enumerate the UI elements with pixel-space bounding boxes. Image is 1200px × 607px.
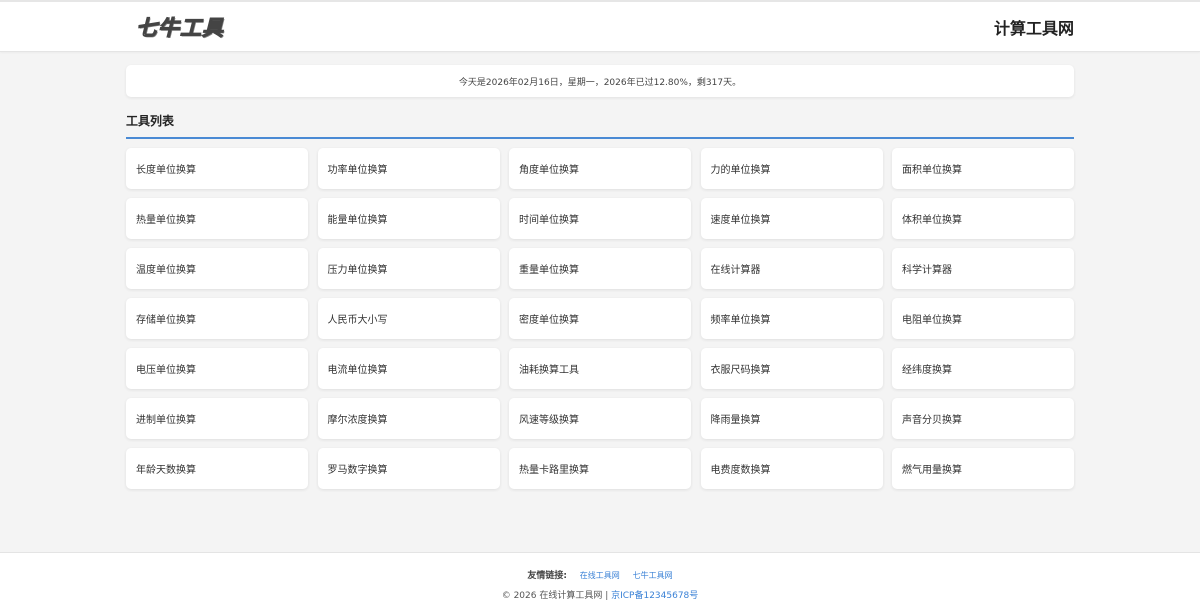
tool-item[interactable]: 面积单位换算 (892, 148, 1074, 189)
main-container: 今天是2026年02月16日，星期一，2026年已过12.80%，剩317天。 … (126, 65, 1074, 489)
tool-item[interactable]: 油耗换算工具 (509, 348, 691, 389)
tool-item[interactable]: 能量单位换算 (317, 198, 500, 239)
tool-item[interactable]: 进制单位换算 (126, 398, 308, 439)
tool-item[interactable]: 电费度数换算 (700, 448, 883, 489)
tool-item[interactable]: 风速等级换算 (509, 398, 691, 439)
tool-item[interactable]: 压力单位换算 (317, 248, 500, 289)
date-info-box: 今天是2026年02月16日，星期一，2026年已过12.80%，剩317天。 (126, 65, 1074, 97)
tool-item[interactable]: 速度单位换算 (700, 198, 883, 239)
tool-item[interactable]: 罗马数字换算 (317, 448, 500, 489)
tool-item[interactable]: 降雨量换算 (700, 398, 883, 439)
tool-item[interactable]: 功率单位换算 (317, 148, 500, 189)
friend-link-qiniu-tools[interactable]: 七牛工具网 (633, 571, 673, 580)
tool-item[interactable]: 存储单位换算 (126, 298, 308, 339)
tool-item[interactable]: 重量单位换算 (509, 248, 691, 289)
friend-link-online-tools[interactable]: 在线工具网 (580, 571, 620, 580)
tool-item[interactable]: 科学计算器 (892, 248, 1074, 289)
tool-item[interactable]: 角度单位换算 (509, 148, 691, 189)
tool-grid: 长度单位换算 功率单位换算 角度单位换算 力的单位换算 面积单位换算热量单位换算 能量单位… (126, 148, 1074, 489)
friend-links-label: 友情链接: (527, 571, 567, 581)
copyright-text: © 2026 在线计算工具网 | (501, 591, 609, 601)
tool-item[interactable]: 年龄天数换算 (126, 448, 308, 489)
tool-item[interactable]: 摩尔浓度换算 (317, 398, 500, 439)
tool-item[interactable]: 力的单位换算 (700, 148, 883, 189)
tool-item[interactable]: 热量卡路里换算 (509, 448, 691, 489)
footer: 友情链接: 在线工具网 七牛工具网 © 2026 在线计算工具网 | 京ICP备… (0, 552, 1200, 607)
tool-item[interactable]: 人民币大小写 (317, 298, 500, 339)
tool-item[interactable]: 时间单位换算 (509, 198, 691, 239)
site-logo[interactable]: 七牛工具 (136, 12, 224, 42)
tool-item[interactable]: 频率单位换算 (700, 298, 883, 339)
header: 七牛工具 计算工具网 (0, 2, 1200, 52)
tool-item[interactable]: 密度单位换算 (509, 298, 691, 339)
tool-item[interactable]: 热量单位换算 (126, 198, 308, 239)
tool-item[interactable]: 经纬度换算 (892, 348, 1074, 389)
friend-links: 友情链接: 在线工具网 七牛工具网 (0, 568, 1200, 581)
tool-item[interactable]: 电压单位换算 (126, 348, 308, 389)
tool-item[interactable]: 体积单位换算 (892, 198, 1074, 239)
tool-item[interactable]: 电阻单位换算 (892, 298, 1074, 339)
tool-item[interactable]: 长度单位换算 (126, 148, 308, 189)
tool-item[interactable]: 在线计算器 (700, 248, 883, 289)
tool-item[interactable]: 电流单位换算 (317, 348, 500, 389)
date-info-text: 今天是2026年02月16日，星期一，2026年已过12.80%，剩317天。 (458, 77, 742, 88)
tool-item[interactable]: 衣服尺码换算 (700, 348, 883, 389)
tool-item[interactable]: 声音分贝换算 (892, 398, 1074, 439)
tool-item[interactable]: 燃气用量换算 (892, 448, 1074, 489)
tools-section-title: 工具列表 (126, 112, 1074, 139)
site-title[interactable]: 计算工具网 (994, 15, 1074, 39)
tool-item[interactable]: 温度单位换算 (126, 248, 308, 289)
copyright-row: © 2026 在线计算工具网 | 京ICP备12345678号 (0, 588, 1200, 601)
icp-link[interactable]: 京ICP备12345678号 (611, 591, 698, 601)
